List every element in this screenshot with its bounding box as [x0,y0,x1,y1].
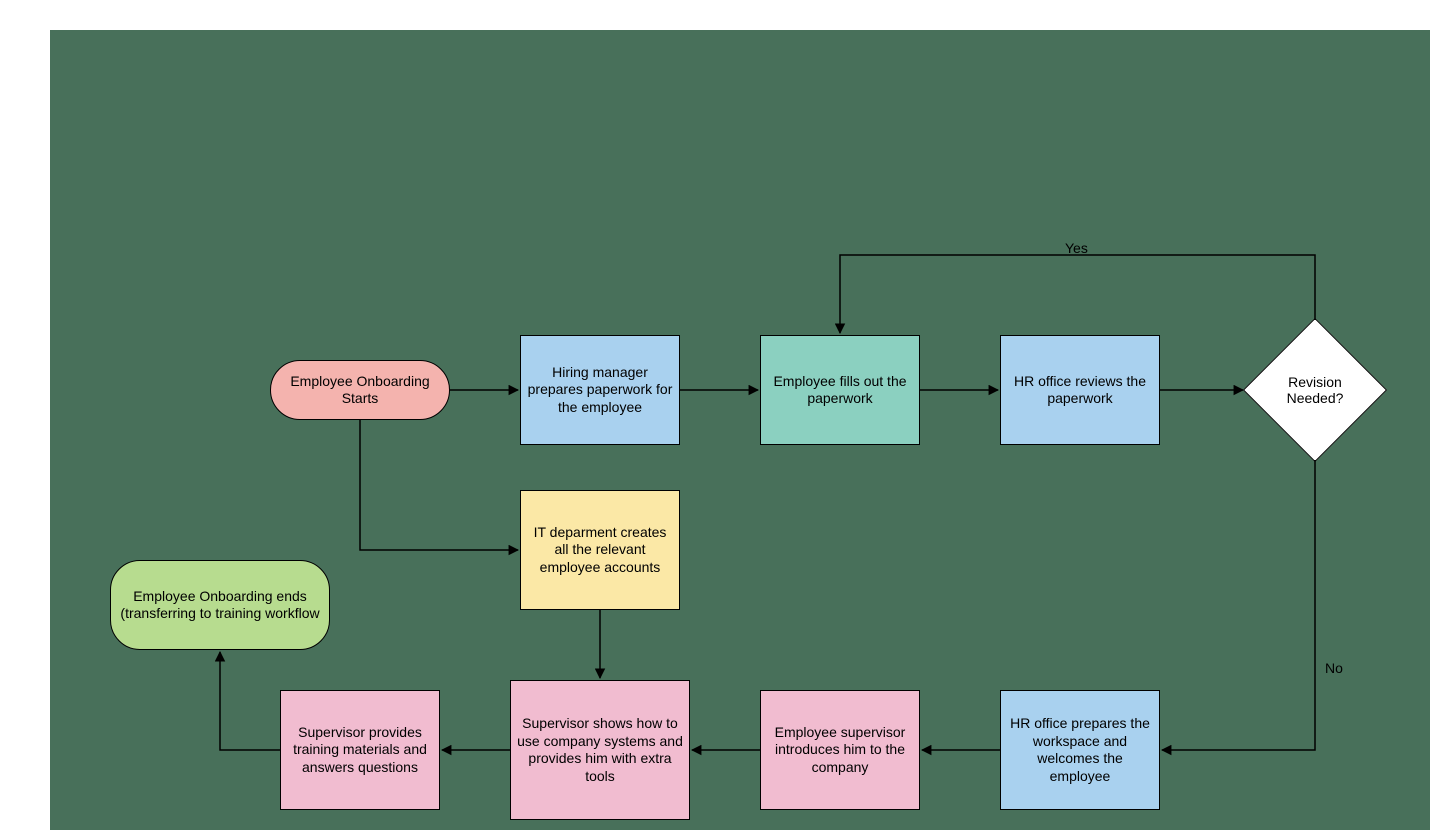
edge-label-yes: Yes [1065,240,1088,256]
node-prepares: HR office prepares the workspace and wel… [1000,690,1160,810]
node-reviews: HR office reviews the paperwork [1000,335,1160,445]
node-decision: Revision Needed? [1230,330,1400,450]
flowchart-canvas: Employee Onboarding Starts Hiring manage… [50,30,1430,830]
node-end: Employee Onboarding ends (transferring t… [110,560,330,650]
node-it: IT deparment creates all the relevant em… [520,490,680,610]
node-introduces: Employee supervisor introduces him to th… [760,690,920,810]
node-training: Supervisor provides training materials a… [280,690,440,810]
edge-label-no: No [1325,660,1343,676]
node-shows: Supervisor shows how to use company syst… [510,680,690,820]
edges-svg [50,30,1430,830]
node-hiring: Hiring manager prepares paperwork for th… [520,335,680,445]
node-fills: Employee fills out the paperwork [760,335,920,445]
node-start: Employee Onboarding Starts [270,360,450,420]
node-decision-label: Revision Needed? [1265,374,1365,406]
